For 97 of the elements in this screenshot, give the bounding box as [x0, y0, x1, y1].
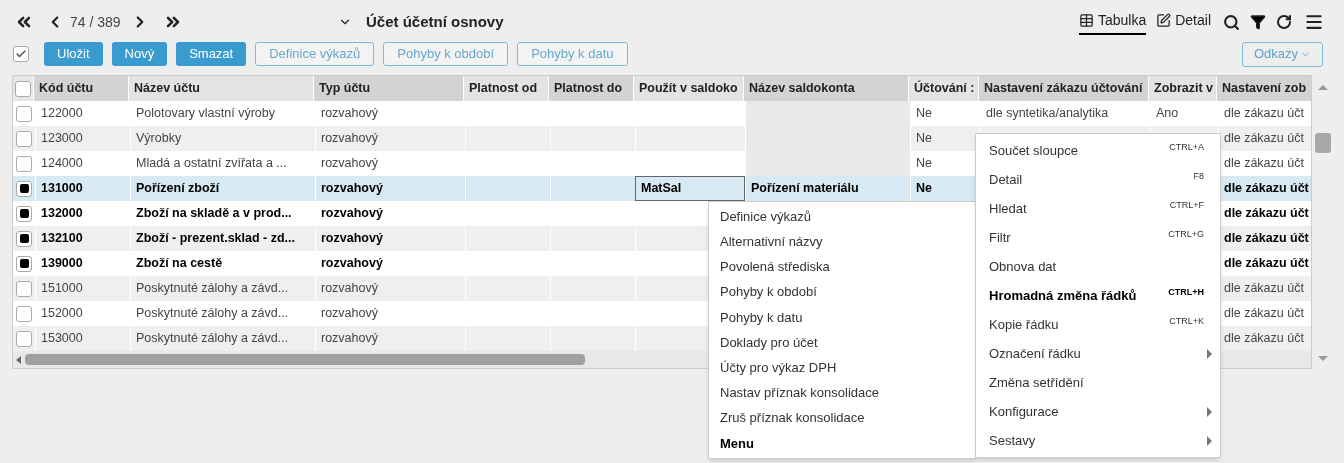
search-icon[interactable] [1223, 13, 1240, 31]
shortcut-label: CTRL+K [1169, 315, 1204, 328]
shortcut-label: CTRL+F [1169, 199, 1204, 212]
checkbox[interactable] [16, 105, 32, 122]
table-cell-text: Polotovary vlastní výroby [135, 105, 276, 123]
check-icon [15, 48, 27, 60]
checkbox[interactable] [16, 205, 32, 222]
table-cell-text: 151000 [40, 280, 84, 298]
view-tab[interactable]: Tabulka [1078, 9, 1147, 35]
table-cell-text: Ano [1155, 105, 1180, 123]
checkbox[interactable] [16, 305, 32, 322]
checkbox[interactable] [16, 230, 32, 247]
table-cell-text: Výrobky [135, 130, 183, 148]
checkbox[interactable] [16, 330, 32, 347]
menu-item-label: Změna setřídění [989, 373, 1084, 392]
table-cell-text: dle zákazu účt [1223, 155, 1305, 173]
menu-item[interactable]: Změna setřídění [976, 368, 1220, 397]
filter-icon[interactable] [1250, 14, 1266, 30]
column-header[interactable]: Název účtu [128, 76, 313, 101]
table-cell-text: rozvahový [320, 330, 379, 348]
table-cell-text: 131000 [40, 180, 84, 198]
table-cell-text: Zboží na cestě [135, 255, 224, 273]
menu-item-label: Konfigurace [989, 402, 1059, 421]
column-header[interactable]: Použít v saldoko [633, 76, 743, 101]
table-cell-text: 132100 [40, 230, 84, 248]
table-cell-text: 152000 [40, 305, 84, 323]
table-cell-text: dle zákazu účt [1223, 230, 1310, 248]
menu-item[interactable]: Filtr CTRL+G [976, 223, 1220, 252]
table-cell-text: rozvahový [320, 305, 379, 323]
menu-item[interactable]: Sestavy [976, 426, 1220, 455]
menu-item[interactable]: Konfigurace [976, 397, 1220, 426]
table-cell-text: Zboží na skladě a v prod... [135, 205, 293, 223]
menu-item[interactable]: Zruš příznak konsolidace [709, 405, 975, 431]
refresh-icon[interactable] [1276, 14, 1292, 30]
table-cell-text: dle zákazu účt [1223, 105, 1305, 123]
record-position: 74 / 389 [70, 12, 121, 32]
table-cell-text: Ne [915, 105, 933, 123]
table-cell-text: rozvahový [320, 255, 384, 273]
table-cell-text: dle zákazu účt [1223, 130, 1305, 148]
checkbox[interactable] [16, 280, 32, 297]
select-all-checkbox[interactable] [13, 46, 29, 62]
table-cell-text: dle zákazu účt [1223, 280, 1305, 298]
table-cell-text: MatSal [640, 180, 683, 198]
column-header[interactable]: Účtování : [908, 76, 978, 101]
table-cell-text: 124000 [40, 155, 84, 173]
view-tab[interactable]: Detail [1156, 9, 1211, 35]
menu-item[interactable]: Účty pro výkaz DPH [709, 355, 975, 381]
edit-icon [1156, 12, 1172, 28]
table-cell-text: Poskytnuté zálohy a závd... [135, 305, 290, 323]
table-cell-text: rozvahový [320, 230, 384, 248]
menu-item[interactable]: Nastav příznak konsolidace [709, 380, 975, 406]
menu-item-label: Hledat [989, 199, 1027, 218]
table-cell-text: Poskytnuté zálohy a závd... [135, 280, 290, 298]
table-cell-text: 123000 [40, 130, 84, 148]
table-cell-text: rozvahový [320, 205, 384, 223]
menu-item-label: Sestavy [989, 431, 1036, 450]
table-cell-text: Pořízení zboží [135, 180, 221, 198]
checkbox[interactable] [16, 255, 32, 272]
table-cell-text: dle syntetika/analytika [985, 105, 1110, 123]
table-cell-text: Mladá a ostatní zvířata a ... [135, 155, 288, 173]
shortcut-label: CTRL+H [1168, 286, 1204, 299]
table-cell-text: 122000 [40, 105, 84, 123]
table-cell-text: dle zákazu účt [1223, 180, 1310, 198]
menu-icon[interactable] [1304, 12, 1324, 32]
table-cell-text: Ne [915, 180, 933, 198]
table-cell-text: dle zákazu účt [1223, 205, 1310, 223]
table-cell-text: dle zákazu účt [1223, 255, 1310, 273]
table-cell-text: 153000 [40, 330, 84, 348]
table-cell-text: 132000 [40, 205, 84, 223]
page-title: Účet účetní osnovy [366, 11, 504, 32]
table-cell-text: rozvahový [320, 155, 379, 173]
shortcut-label: CTRL+G [1168, 228, 1204, 241]
table-cell-text: Poskytnuté zálohy a závd... [135, 330, 290, 348]
column-header[interactable]: Platnost od [463, 76, 548, 101]
table-cell-text: rozvahový [320, 180, 384, 198]
table-cell-text: Ne [915, 130, 933, 148]
menu-item-label: Obnova dat [989, 257, 1057, 276]
checkbox[interactable] [16, 155, 32, 172]
table-icon [1078, 12, 1094, 28]
shortcut-label: CTRL+A [1169, 141, 1204, 154]
checkbox[interactable] [16, 130, 32, 147]
column-header[interactable]: Zobrazit v [1148, 76, 1216, 101]
table-cell-text: Ne [915, 155, 933, 173]
menu-item[interactable]: Menu [709, 430, 975, 456]
table-cell-text: rozvahový [320, 280, 379, 298]
checkbox[interactable] [15, 80, 31, 97]
table-cell-text: Zboží - prezent.sklad - zd... [135, 230, 297, 248]
table-cell-text: dle zákazu účt [1223, 305, 1305, 323]
table-cell-text: rozvahový [320, 105, 379, 123]
scrollbar-thumb[interactable] [25, 354, 585, 365]
menu-item-label: Filtr [989, 228, 1011, 247]
checkbox[interactable] [16, 180, 32, 197]
table-cell-text: dle zákazu účt [1223, 330, 1305, 348]
table-cell-text: Pořízení materiálu [750, 180, 860, 198]
scrollbar-thumb[interactable] [1315, 133, 1331, 153]
table-cell-text: rozvahový [320, 130, 379, 148]
table-cell-text: 139000 [40, 255, 84, 273]
